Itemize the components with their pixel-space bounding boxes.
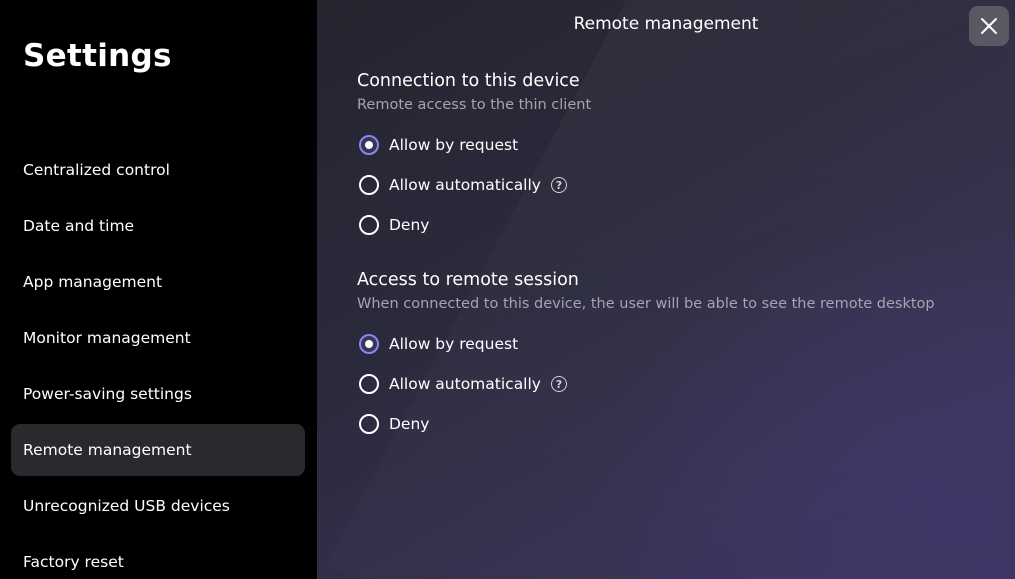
page-title: Remote management bbox=[573, 14, 759, 34]
section-title: Access to remote session bbox=[357, 270, 579, 290]
connection-option-allow-by-request[interactable]: Allow by request bbox=[357, 125, 997, 165]
sidebar-item-centralized-control[interactable]: Centralized control bbox=[11, 144, 305, 196]
option-label: Deny bbox=[389, 216, 430, 234]
settings-sidebar: Settings Centralized control Date and ti… bbox=[0, 0, 317, 579]
radio-button-checked[interactable] bbox=[359, 135, 379, 155]
sidebar-item-power-saving-settings[interactable]: Power-saving settings bbox=[11, 368, 305, 420]
sidebar-item-monitor-management[interactable]: Monitor management bbox=[11, 312, 305, 364]
session-option-deny[interactable]: Deny bbox=[357, 404, 997, 444]
question-circle-icon[interactable]: ? bbox=[550, 376, 567, 392]
sidebar-item-factory-reset[interactable]: Factory reset bbox=[11, 536, 305, 579]
option-label: Allow by request bbox=[389, 136, 519, 154]
sidebar-item-date-and-time[interactable]: Date and time bbox=[11, 200, 305, 252]
radio-button[interactable] bbox=[359, 374, 379, 394]
connection-section: Connection to this device Remote access … bbox=[357, 71, 997, 245]
section-subtitle: Remote access to the thin client bbox=[357, 97, 592, 113]
option-label: Allow automatically bbox=[389, 375, 541, 393]
close-button[interactable] bbox=[969, 6, 1009, 46]
remote-session-section: Access to remote session When connected … bbox=[357, 270, 997, 444]
sidebar-item-app-management[interactable]: App management bbox=[11, 256, 305, 308]
sidebar-item-unrecognized-usb-devices[interactable]: Unrecognized USB devices bbox=[11, 480, 305, 532]
remote-session-radio-group: Allow by request Allow automatically ? D… bbox=[357, 324, 997, 444]
close-icon bbox=[981, 18, 997, 34]
radio-button[interactable] bbox=[359, 215, 379, 235]
question-circle-icon[interactable]: ? bbox=[550, 177, 567, 193]
settings-content-panel: Remote management Connection to this dev… bbox=[317, 0, 1015, 579]
connection-option-deny[interactable]: Deny bbox=[357, 205, 997, 245]
session-option-allow-by-request[interactable]: Allow by request bbox=[357, 324, 997, 364]
option-label: Deny bbox=[389, 415, 430, 433]
section-title: Connection to this device bbox=[357, 71, 580, 91]
section-subtitle: When connected to this device, the user … bbox=[357, 296, 935, 312]
radio-button[interactable] bbox=[359, 175, 379, 195]
sidebar-title: Settings bbox=[23, 38, 172, 74]
option-label: Allow automatically bbox=[389, 176, 541, 194]
connection-radio-group: Allow by request Allow automatically ? D… bbox=[357, 125, 997, 245]
radio-button-checked[interactable] bbox=[359, 334, 379, 354]
connection-option-allow-automatically[interactable]: Allow automatically ? bbox=[357, 165, 997, 205]
sidebar-item-remote-management[interactable]: Remote management bbox=[11, 424, 305, 476]
session-option-allow-automatically[interactable]: Allow automatically ? bbox=[357, 364, 997, 404]
radio-button[interactable] bbox=[359, 414, 379, 434]
option-label: Allow by request bbox=[389, 335, 519, 353]
settings-nav: Centralized control Date and time App ma… bbox=[11, 144, 305, 579]
